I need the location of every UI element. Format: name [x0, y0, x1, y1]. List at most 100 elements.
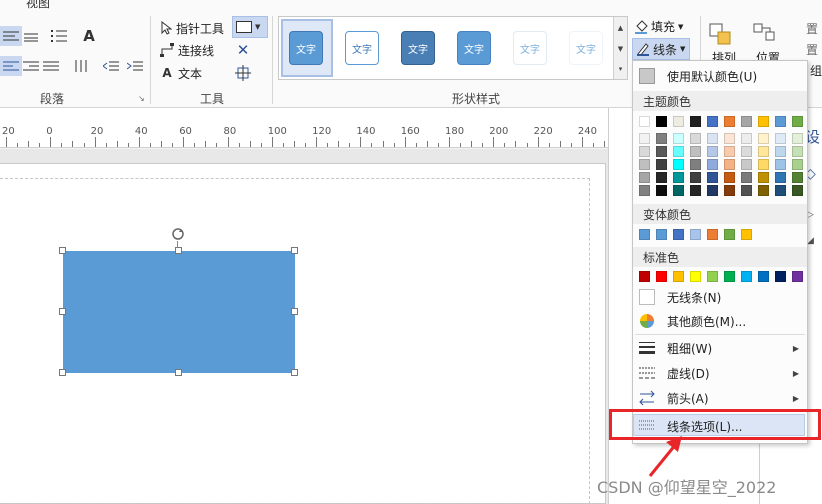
theme-shade-swatch[interactable]	[707, 146, 718, 157]
align-text-right-button[interactable]	[20, 56, 42, 76]
theme-color-swatch[interactable]	[707, 116, 718, 127]
theme-shade-swatch[interactable]	[656, 185, 667, 196]
theme-shade-swatch[interactable]	[724, 159, 735, 170]
menu-weight[interactable]: 粗细(W) ▶	[633, 336, 807, 360]
fill-button[interactable]: 填充 ▼	[634, 18, 683, 35]
standard-color-swatch[interactable]	[775, 271, 786, 282]
theme-shade-swatch[interactable]	[758, 185, 769, 196]
justify-button[interactable]	[40, 56, 62, 76]
menu-no-line[interactable]: 无线条(N)	[633, 285, 807, 309]
standard-color-swatch[interactable]	[673, 271, 684, 282]
delete-connector-button[interactable]: ✕	[232, 40, 254, 60]
standard-color-swatch[interactable]	[707, 271, 718, 282]
theme-shade-swatch[interactable]	[639, 159, 650, 170]
theme-shade-swatch[interactable]	[741, 159, 752, 170]
resize-handle[interactable]	[59, 308, 66, 315]
theme-color-swatch[interactable]	[741, 116, 752, 127]
resize-handle[interactable]	[59, 247, 66, 254]
theme-shade-swatch[interactable]	[775, 133, 786, 144]
theme-shade-swatch[interactable]	[656, 159, 667, 170]
theme-shade-swatch[interactable]	[758, 172, 769, 183]
shape-picker-dropdown[interactable]: ▼	[232, 16, 268, 38]
variant-color-swatch[interactable]	[656, 229, 667, 240]
theme-shade-swatch[interactable]	[690, 146, 701, 157]
menu-dash[interactable]: 虚线(D) ▶	[633, 361, 807, 385]
text-direction-button[interactable]: A	[78, 26, 100, 46]
resize-handle[interactable]	[175, 369, 182, 376]
theme-shade-swatch[interactable]	[673, 146, 684, 157]
theme-shade-swatch[interactable]	[741, 172, 752, 183]
variant-color-swatch[interactable]	[673, 229, 684, 240]
resize-handle[interactable]	[291, 369, 298, 376]
standard-color-swatch[interactable]	[690, 271, 701, 282]
variant-color-swatch[interactable]	[741, 229, 752, 240]
theme-shade-swatch[interactable]	[775, 159, 786, 170]
theme-color-swatch[interactable]	[639, 116, 650, 127]
standard-color-swatch[interactable]	[724, 271, 735, 282]
theme-shade-swatch[interactable]	[792, 185, 803, 196]
theme-color-swatch[interactable]	[792, 116, 803, 127]
theme-color-swatch[interactable]	[656, 116, 667, 127]
align-text-left-button[interactable]	[0, 56, 22, 76]
style-tile[interactable]: 文字	[345, 31, 379, 65]
theme-shade-swatch[interactable]	[639, 185, 650, 196]
pointer-tool-button[interactable]: 指针工具	[160, 18, 224, 38]
theme-shade-swatch[interactable]	[758, 146, 769, 157]
menu-arrows[interactable]: 箭头(A) ▶	[633, 386, 807, 410]
theme-shade-swatch[interactable]	[724, 133, 735, 144]
theme-shade-swatch[interactable]	[690, 133, 701, 144]
variant-color-swatch[interactable]	[707, 229, 718, 240]
theme-shade-swatch[interactable]	[792, 133, 803, 144]
theme-shade-swatch[interactable]	[690, 159, 701, 170]
variant-color-swatch[interactable]	[639, 229, 650, 240]
theme-shade-swatch[interactable]	[792, 172, 803, 183]
align-left-button[interactable]	[0, 26, 22, 46]
theme-color-swatch[interactable]	[690, 116, 701, 127]
theme-shade-swatch[interactable]	[656, 172, 667, 183]
text-tool-button[interactable]: A 文本	[160, 63, 202, 83]
gallery-more-icon[interactable]: ▾	[613, 59, 627, 79]
theme-shade-swatch[interactable]	[724, 172, 735, 183]
theme-shade-swatch[interactable]	[639, 146, 650, 157]
standard-color-swatch[interactable]	[758, 271, 769, 282]
variant-color-swatch[interactable]	[690, 229, 701, 240]
standard-color-swatch[interactable]	[639, 271, 650, 282]
theme-shade-swatch[interactable]	[707, 133, 718, 144]
theme-color-swatch[interactable]	[758, 116, 769, 127]
variant-color-swatch[interactable]	[724, 229, 735, 240]
theme-shade-swatch[interactable]	[673, 133, 684, 144]
theme-shade-swatch[interactable]	[690, 172, 701, 183]
theme-shade-swatch[interactable]	[707, 159, 718, 170]
theme-shade-swatch[interactable]	[673, 159, 684, 170]
crop-tool-button[interactable]	[232, 63, 254, 83]
theme-shade-swatch[interactable]	[639, 172, 650, 183]
theme-shade-swatch[interactable]	[792, 159, 803, 170]
standard-color-swatch[interactable]	[792, 271, 803, 282]
theme-color-swatch[interactable]	[673, 116, 684, 127]
theme-shade-swatch[interactable]	[724, 146, 735, 157]
theme-color-swatch[interactable]	[775, 116, 786, 127]
menu-default-color[interactable]: 使用默认颜色(U)	[633, 64, 807, 88]
theme-shade-swatch[interactable]	[741, 185, 752, 196]
theme-shade-swatch[interactable]	[707, 172, 718, 183]
theme-shade-swatch[interactable]	[775, 146, 786, 157]
menu-more-colors[interactable]: 其他颜色(M)...	[633, 309, 807, 333]
rectangle-shape[interactable]	[59, 247, 298, 376]
theme-color-swatch[interactable]	[724, 116, 735, 127]
line-button[interactable]: 线条 ▼	[632, 38, 690, 60]
theme-shade-swatch[interactable]	[775, 185, 786, 196]
pane-expand-icon[interactable]: ▷	[807, 210, 814, 220]
resize-handle[interactable]	[291, 308, 298, 315]
gallery-scroll-down-icon[interactable]: ▼	[613, 38, 627, 59]
resize-handle[interactable]	[59, 369, 66, 376]
style-tile[interactable]: 文字	[513, 31, 547, 65]
theme-shade-swatch[interactable]	[724, 185, 735, 196]
theme-shade-swatch[interactable]	[741, 146, 752, 157]
rotate-handle-icon[interactable]	[170, 226, 186, 245]
list-button[interactable]	[48, 26, 70, 46]
theme-shade-swatch[interactable]	[673, 185, 684, 196]
resize-handle[interactable]	[175, 247, 182, 254]
resize-handle[interactable]	[291, 247, 298, 254]
theme-shade-swatch[interactable]	[673, 172, 684, 183]
standard-color-swatch[interactable]	[656, 271, 667, 282]
